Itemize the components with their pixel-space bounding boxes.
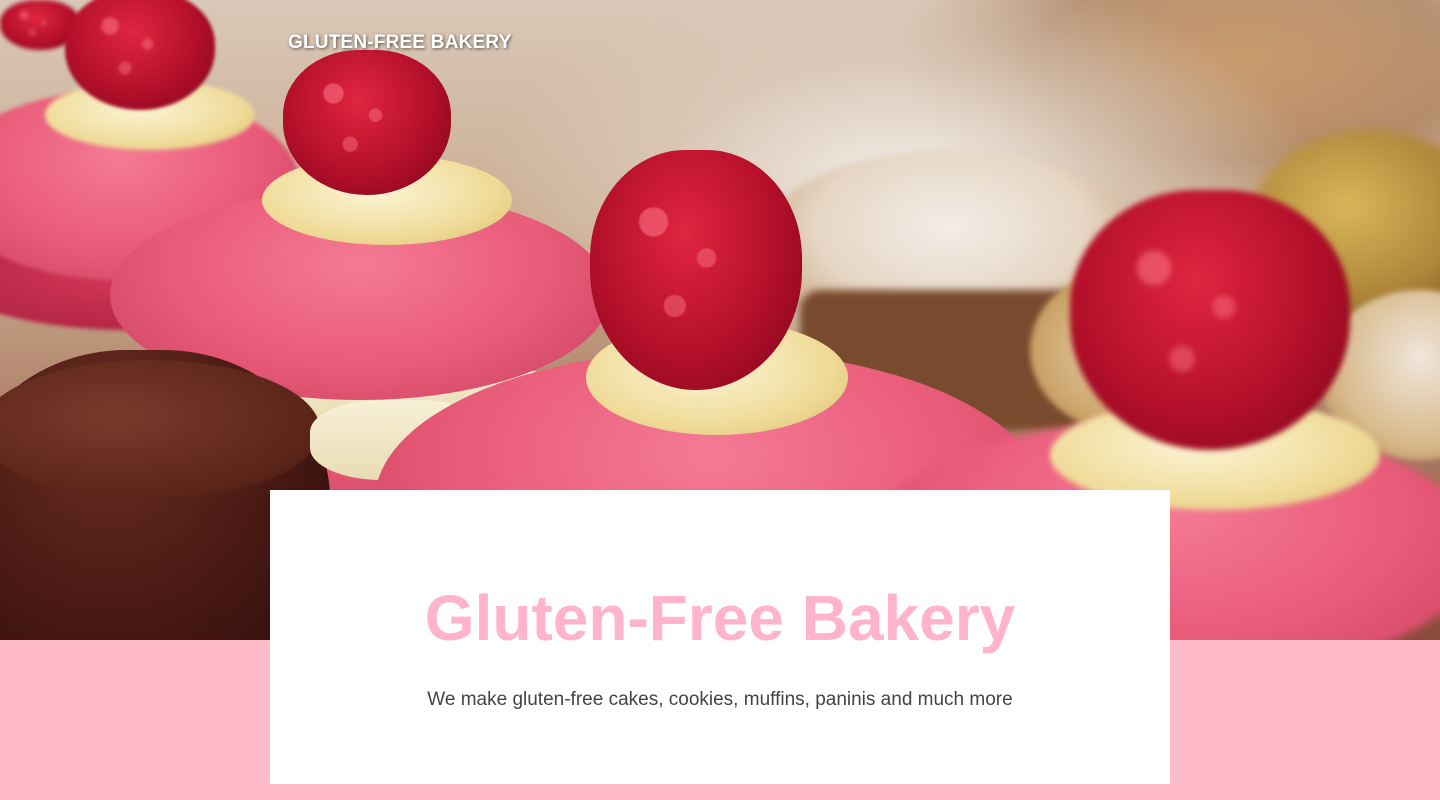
raspberry-shape <box>1070 190 1350 450</box>
page-subtitle: We make gluten-free cakes, cookies, muff… <box>427 689 1013 710</box>
raspberry-shape <box>590 150 802 390</box>
raspberry-shape <box>283 50 451 195</box>
brand-logo-link[interactable]: GLUTEN-FREE BAKERY <box>288 32 512 54</box>
page: GLUTEN-FREE BAKERY Gluten-Free Bakery We… <box>0 0 1440 800</box>
page-title: Gluten-Free Bakery <box>424 582 1016 654</box>
